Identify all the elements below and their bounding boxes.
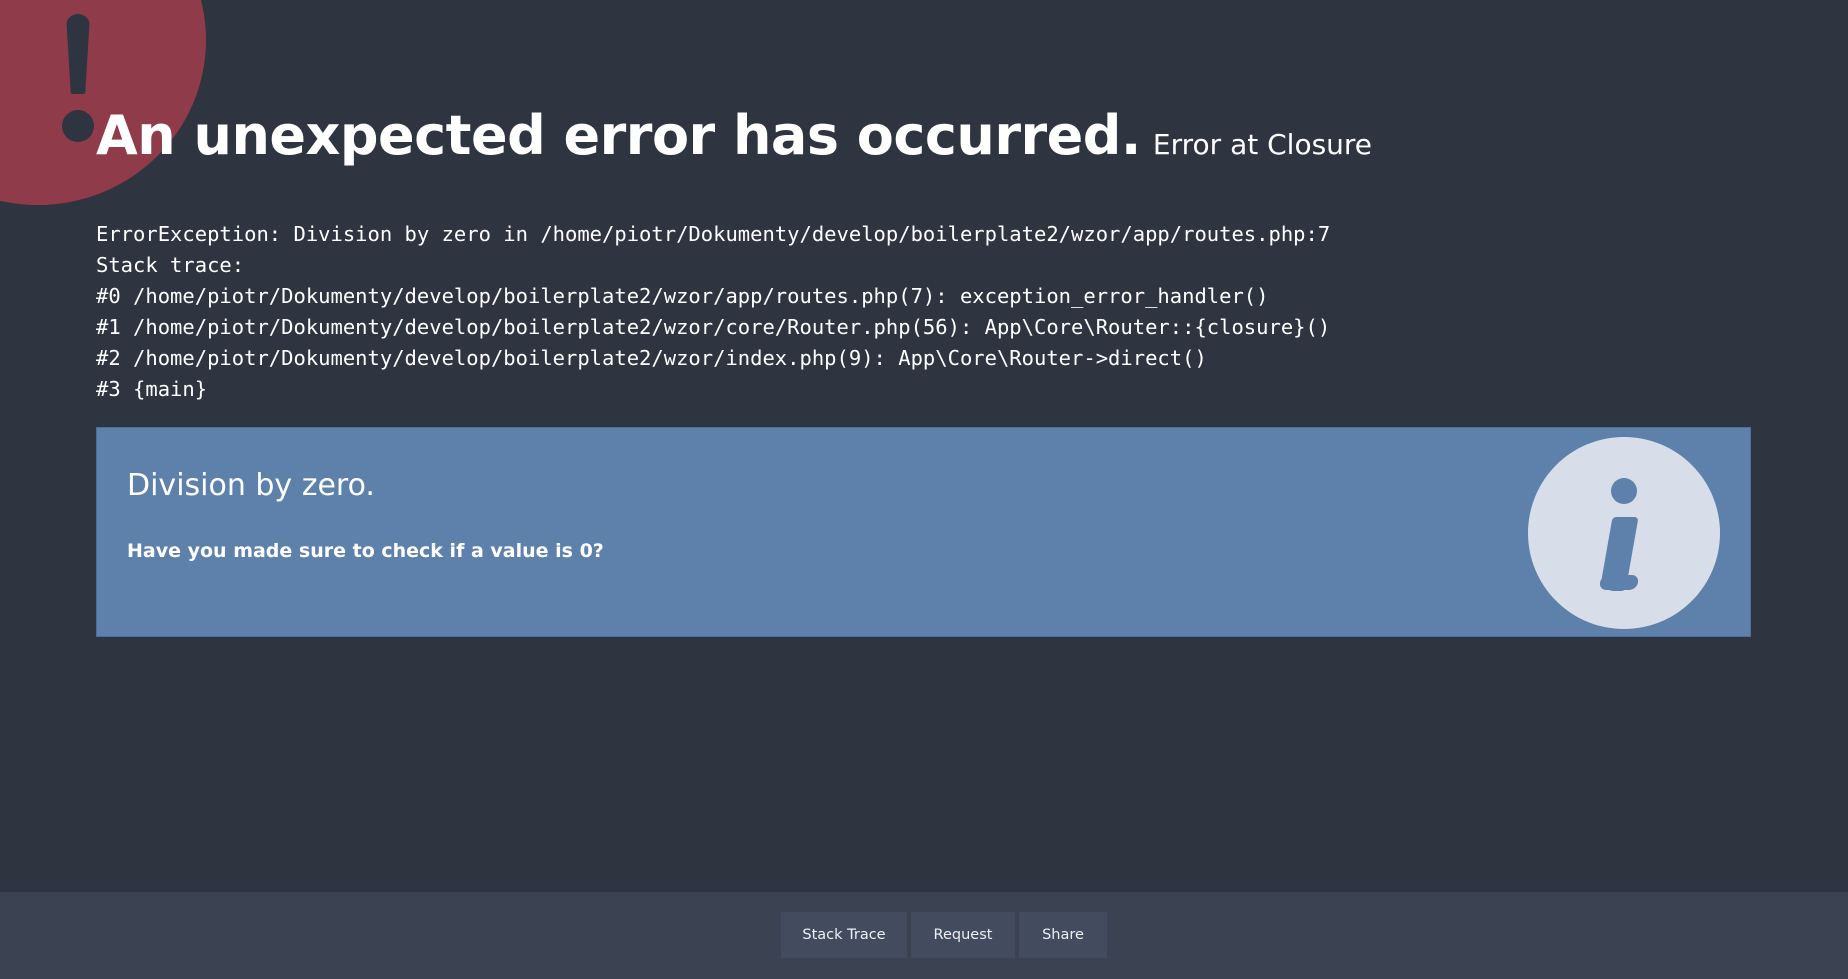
tab-stack-trace[interactable]: Stack Trace (781, 912, 907, 958)
footer-bar: Stack Trace Request Share (0, 892, 1848, 979)
hint-title: Division by zero. (127, 468, 375, 503)
trace-line: #3 {main} (96, 377, 208, 401)
page-title: An unexpected error has occurred. (96, 104, 1141, 167)
exclamation-icon (62, 14, 96, 144)
exclamation-bar (66, 14, 90, 94)
info-icon (1528, 437, 1720, 629)
stack-trace-text: ErrorException: Division by zero in /hom… (96, 219, 1330, 405)
exclamation-dot (62, 110, 94, 142)
page-header: An unexpected error has occurred. Error a… (96, 104, 1372, 167)
trace-line: #1 /home/piotr/Dokumenty/develop/boilerp… (96, 315, 1331, 339)
trace-line: ErrorException: Division by zero in /hom… (96, 222, 1331, 246)
page-subtitle: Error at Closure (1152, 128, 1373, 161)
footer-tabs: Stack Trace Request Share (781, 912, 1107, 958)
trace-line: #0 /home/piotr/Dokumenty/develop/boilerp… (96, 284, 1269, 308)
trace-line: #2 /home/piotr/Dokumenty/develop/boilerp… (96, 346, 1207, 370)
trace-line: Stack trace: (96, 253, 245, 277)
info-icon-foot (1598, 575, 1640, 590)
hint-panel: Division by zero. Have you made sure to … (96, 427, 1751, 637)
info-icon-dot (1611, 478, 1637, 504)
tab-request[interactable]: Request (911, 912, 1015, 958)
tab-share[interactable]: Share (1019, 912, 1107, 958)
hint-text: Have you made sure to check if a value i… (127, 540, 604, 562)
error-page: An unexpected error has occurred. Error a… (0, 0, 1848, 979)
alert-circle (0, 0, 206, 205)
